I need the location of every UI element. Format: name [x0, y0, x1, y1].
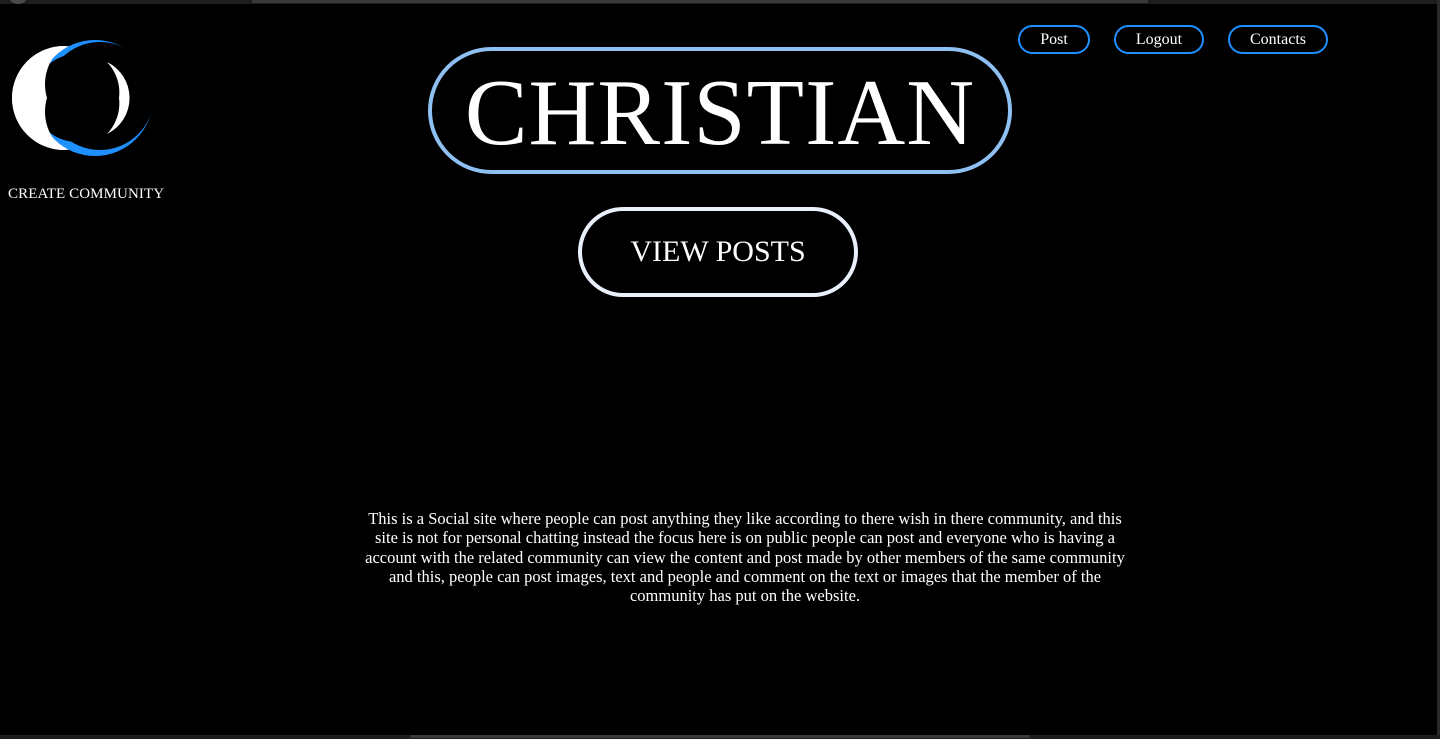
window-control	[10, 0, 26, 4]
top-scrollbar[interactable]	[0, 0, 1440, 4]
top-scrollbar-thumb[interactable]	[252, 0, 1148, 3]
logout-button[interactable]: Logout	[1114, 25, 1204, 54]
site-description: This is a Social site where people can p…	[365, 509, 1125, 606]
view-posts-button[interactable]: VIEW POSTS	[578, 207, 858, 297]
create-community-link[interactable]: CREATE COMMUNITY	[8, 186, 164, 203]
bottom-scrollbar-thumb[interactable]	[410, 735, 1030, 738]
bottom-scrollbar[interactable]	[0, 735, 1440, 739]
community-title-pill: CHRISTIAN	[428, 47, 1012, 174]
double-c-logo-icon[interactable]	[7, 36, 154, 162]
contacts-button[interactable]: Contacts	[1228, 25, 1328, 54]
community-title: CHRISTIAN	[464, 60, 976, 165]
page: CREATE COMMUNITY Post Logout Contacts CH…	[0, 0, 1440, 739]
post-button[interactable]: Post	[1018, 25, 1090, 54]
